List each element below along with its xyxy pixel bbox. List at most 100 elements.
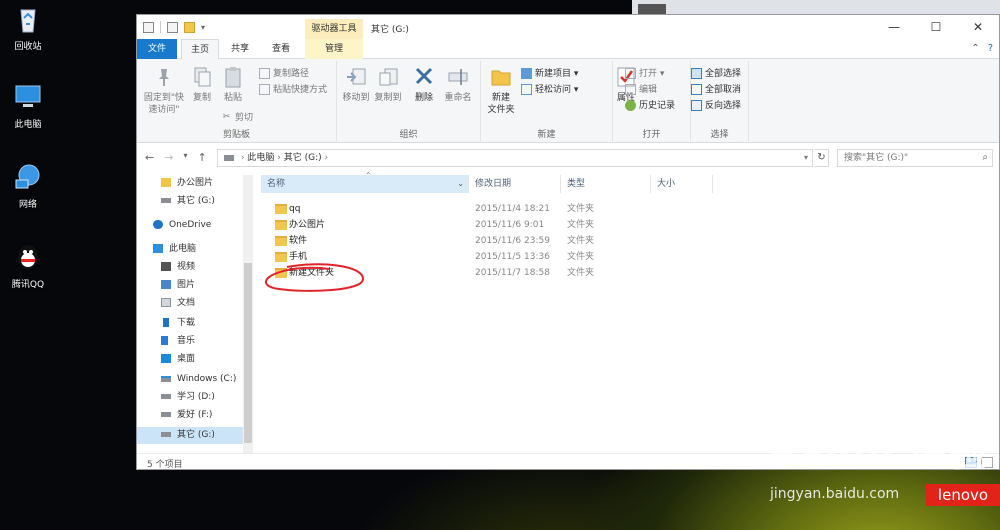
new-item-button[interactable]: 新建项目 ▾ <box>521 67 578 81</box>
search-input[interactable]: 搜索"其它 (G:)" ⌕ <box>837 149 993 167</box>
up-arrow-icon[interactable]: ↑ <box>197 151 206 164</box>
quick-access-toolbar: ▾ <box>143 21 205 33</box>
desktop-icon-recycle-bin[interactable]: 回收站 <box>0 4 56 52</box>
group-clipboard: 固定到"快 速访问" 复制 粘贴 复制路径 粘贴快捷方式 ✂ 剪切 剪贴板 <box>137 61 337 141</box>
file-row-qq[interactable]: qq 2015/11/4 18:21 文件夹 <box>261 201 721 217</box>
nav-item-label: 办公图片 <box>177 178 214 188</box>
folder-icon <box>275 236 287 246</box>
forward-arrow-icon[interactable]: → <box>164 151 173 164</box>
nav-item-desktop[interactable]: 桌面 <box>161 351 195 368</box>
new-folder-icon[interactable] <box>184 21 195 33</box>
desktop-icon-qq[interactable]: 腾讯QQ <box>0 242 56 290</box>
cut-button[interactable]: ✂ 剪切 <box>221 111 253 125</box>
copy-to-label: 复制到 <box>374 93 402 103</box>
address-field[interactable]: › 此电脑 › 其它 (G:) › ▾ <box>217 149 813 167</box>
help-icon[interactable]: ? <box>988 43 993 54</box>
download-arrow-icon <box>163 318 169 327</box>
edit-icon <box>625 84 636 95</box>
pin-icon <box>159 69 169 86</box>
group-label-organize: 组织 <box>399 130 418 140</box>
edit-label: 编辑 <box>639 85 658 95</box>
file-row-office-pictures[interactable]: 办公图片 2015/11/6 9:01 文件夹 <box>261 217 721 233</box>
new-folder-button[interactable]: 新建 文件夹 <box>483 65 519 116</box>
nav-item-drive-g-quick[interactable]: 其它 (G:) <box>161 193 215 210</box>
copy-button[interactable]: 复制 <box>189 65 215 104</box>
easy-access-button[interactable]: 轻松访问 ▾ <box>521 83 578 97</box>
desktop-icon-label: 网络 <box>18 200 37 210</box>
easy-access-icon <box>521 84 532 95</box>
tab-file[interactable]: 文件 <box>137 39 177 59</box>
group-open: 属性 打开 ▾ 编辑 历史记录 打开 <box>613 61 691 141</box>
drive-icon[interactable] <box>143 21 154 33</box>
delete-button[interactable]: 删除 <box>411 65 437 104</box>
copy-path-button[interactable]: 复制路径 <box>259 67 309 81</box>
paste-shortcut-icon <box>259 84 270 95</box>
customize-toolbar-chevron-icon[interactable]: ▾ <box>201 23 205 32</box>
item-count: 5 个项目 <box>147 460 183 470</box>
copy-to-button[interactable]: 复制到 <box>373 65 403 104</box>
close-button[interactable]: ✕ <box>957 15 999 39</box>
nav-item-drive-c[interactable]: Windows (C:) <box>161 371 236 388</box>
nav-item-documents[interactable]: 文档 <box>161 295 195 312</box>
collapse-ribbon-icon[interactable]: ⌃ <box>971 43 979 54</box>
nav-item-videos[interactable]: 视频 <box>161 259 195 276</box>
open-button[interactable]: 打开 ▾ <box>625 67 664 81</box>
invert-selection-button[interactable]: 反向选择 <box>691 99 741 113</box>
breadcrumb-this-pc[interactable]: 此电脑 <box>247 153 274 163</box>
nav-item-drive-g[interactable]: 其它 (G:) <box>137 427 243 444</box>
column-headers: 名称 ⌄ 修改日期 类型 大小 <box>261 175 1000 193</box>
desktop-icon-computer[interactable]: 此电脑 <box>0 82 56 130</box>
scrollbar-thumb[interactable] <box>244 263 252 443</box>
navigation-pane: 办公图片 其它 (G:) OneDrive 此电脑 视频 图片 文档 下载 音乐… <box>137 175 259 453</box>
history-button[interactable]: 历史记录 <box>625 99 675 113</box>
tab-share[interactable]: 共享 <box>223 39 257 59</box>
column-header-date[interactable]: 修改日期 <box>469 175 561 193</box>
minimize-button[interactable]: — <box>873 15 915 39</box>
rename-button[interactable]: 重命名 <box>441 65 475 104</box>
navigation-buttons: ← → ▾ ↑ <box>145 151 207 164</box>
breadcrumb-drive-g[interactable]: 其它 (G:) <box>284 153 322 163</box>
new-folder-label-line1: 新建 <box>491 93 510 103</box>
refresh-icon[interactable]: ↻ <box>815 149 829 167</box>
navigation-scrollbar[interactable] <box>243 175 253 453</box>
select-all-button[interactable]: 全部选择 <box>691 67 741 81</box>
history-label: 历史记录 <box>639 101 676 111</box>
nav-item-music[interactable]: 音乐 <box>161 333 195 350</box>
back-arrow-icon[interactable]: ← <box>145 151 154 164</box>
tab-manage[interactable]: 管理 <box>305 39 363 59</box>
column-header-type[interactable]: 类型 <box>561 175 651 193</box>
file-date: 2015/11/6 9:01 <box>475 220 545 230</box>
edit-button[interactable]: 编辑 <box>625 83 657 97</box>
address-bar-row: ← → ▾ ↑ › 此电脑 › 其它 (G:) › ▾ ↻ 搜索"其它 (G:)… <box>137 143 999 173</box>
paste-label: 粘贴 <box>223 93 242 103</box>
desktop-icon-network[interactable]: 网络 <box>0 162 56 210</box>
nav-item-pictures[interactable]: 图片 <box>161 277 195 294</box>
nav-item-onedrive[interactable]: OneDrive <box>153 217 211 234</box>
folder-icon <box>275 220 287 230</box>
recent-locations-chevron-icon[interactable]: ▾ <box>183 151 187 164</box>
move-to-button[interactable]: 移动到 <box>341 65 371 104</box>
nav-item-drive-f[interactable]: 爱好 (F:) <box>161 407 212 424</box>
column-dropdown-chevron-icon[interactable]: ⌄ <box>457 175 464 193</box>
maximize-button[interactable]: ☐ <box>915 15 957 39</box>
nav-item-office-pictures[interactable]: 办公图片 <box>161 175 213 192</box>
nav-item-label: OneDrive <box>169 220 212 230</box>
file-date: 2015/11/4 18:21 <box>475 204 550 214</box>
tab-view[interactable]: 查看 <box>263 39 299 59</box>
column-header-size[interactable]: 大小 <box>651 175 713 193</box>
paste-shortcut-button[interactable]: 粘贴快捷方式 <box>259 83 327 97</box>
select-none-button[interactable]: 全部取消 <box>691 83 741 97</box>
properties-check-icon[interactable] <box>167 21 178 33</box>
nav-item-drive-d[interactable]: 学习 (D:) <box>161 389 215 406</box>
file-row-software[interactable]: 软件 2015/11/6 23:59 文件夹 <box>261 233 721 249</box>
paste-button[interactable]: 粘贴 <box>219 65 247 104</box>
address-history-chevron-icon[interactable]: ▾ <box>804 150 808 166</box>
nav-item-label: 其它 (G:) <box>177 196 215 206</box>
music-icon <box>161 336 168 345</box>
copy-path-label: 复制路径 <box>273 69 310 79</box>
pin-quick-access-button[interactable]: 固定到"快 速访问" <box>141 65 187 116</box>
tab-home[interactable]: 主页 <box>181 39 219 60</box>
nav-item-downloads[interactable]: 下载 <box>161 315 195 332</box>
nav-item-this-pc[interactable]: 此电脑 <box>153 241 196 258</box>
breadcrumb-separator-icon: › <box>277 153 281 163</box>
